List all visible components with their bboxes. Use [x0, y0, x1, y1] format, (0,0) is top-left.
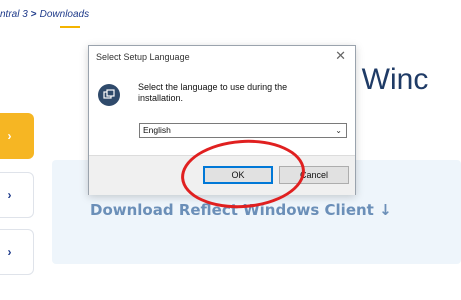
breadcrumb-parent[interactable]: ntral 3: [0, 9, 28, 20]
chevron-right-icon: ›: [7, 245, 12, 259]
download-reflect-windows-client-link[interactable]: Download Reflect Windows Client ↓: [90, 201, 392, 219]
breadcrumb-current[interactable]: Downloads: [40, 9, 89, 20]
language-select[interactable]: English ⌄: [139, 123, 347, 138]
chevron-right-icon: ›: [7, 129, 12, 143]
language-select-value: English: [143, 125, 171, 135]
setup-glyph-icon: [103, 89, 115, 99]
ok-button[interactable]: OK: [203, 166, 273, 184]
chevron-right-icon: ›: [7, 188, 12, 202]
dialog-title: Select Setup Language: [96, 52, 190, 62]
chevron-down-icon: ⌄: [335, 126, 342, 135]
cancel-button[interactable]: Cancel: [279, 166, 349, 184]
breadcrumb: ntral 3 > Downloads: [0, 9, 89, 20]
setup-icon: [98, 84, 120, 106]
side-nav-button-3[interactable]: ›: [0, 229, 34, 275]
side-nav-button-2[interactable]: ›: [0, 172, 34, 218]
breadcrumb-separator: >: [30, 9, 37, 20]
dialog-footer: OK Cancel: [89, 155, 355, 195]
select-setup-language-dialog: Select Setup Language ✕ Select the langu…: [88, 45, 356, 195]
side-nav-button-1[interactable]: ›: [0, 113, 34, 159]
dialog-prompt: Select the language to use during the in…: [138, 82, 288, 103]
close-icon[interactable]: ✕: [335, 48, 346, 64]
breadcrumb-underline: [60, 26, 80, 28]
